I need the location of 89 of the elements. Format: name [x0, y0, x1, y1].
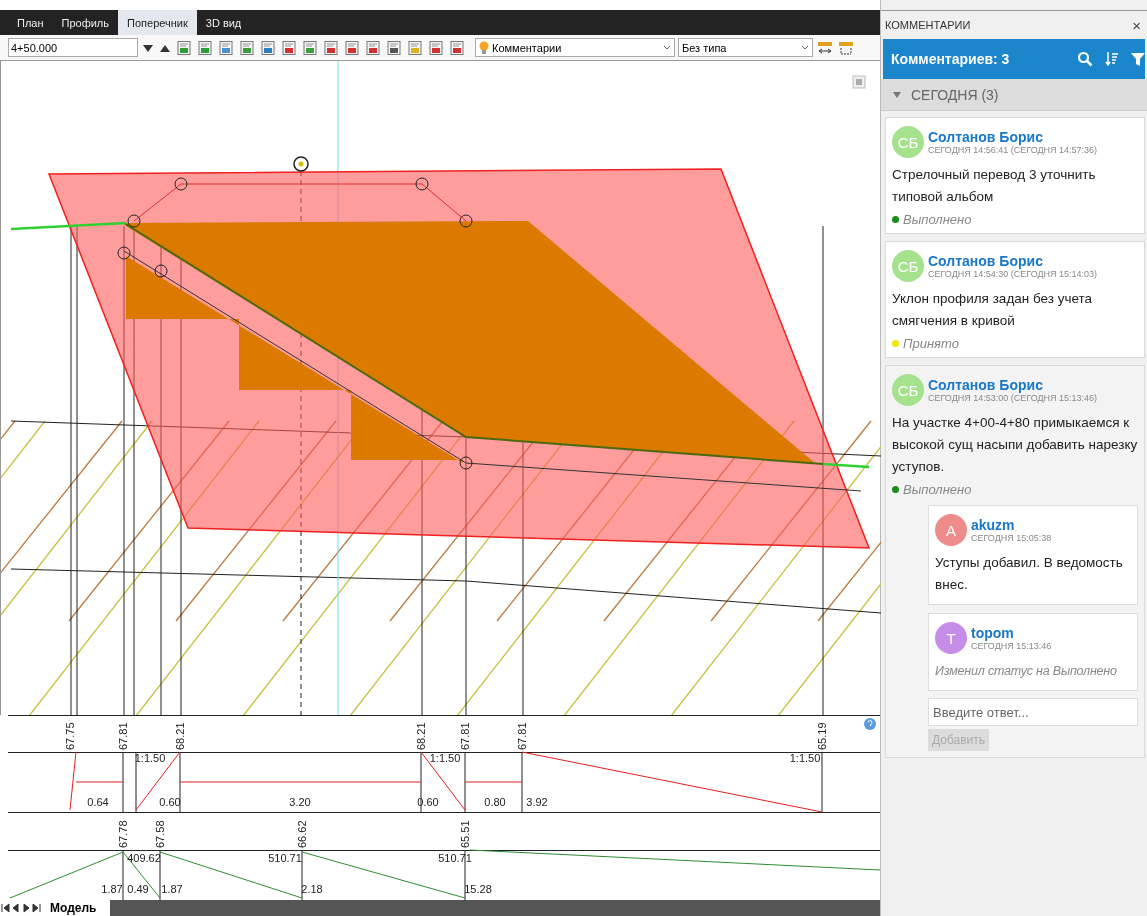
author-name[interactable]: Солтанов Борис	[928, 377, 1098, 393]
author-name[interactable]: akuzm	[971, 517, 1052, 533]
document-icon[interactable]	[175, 39, 193, 56]
slope-label: 1:1.50	[789, 752, 821, 764]
avatar: СБ	[892, 126, 924, 158]
author-name[interactable]: Солтанов Борис	[928, 129, 1098, 145]
filter-icon[interactable]	[1131, 51, 1145, 67]
elevation-label: 66.62	[296, 820, 308, 848]
elevation-label: 67.81	[459, 722, 471, 750]
length-label: 0.49	[127, 883, 149, 895]
comment-text: На участке 4+00-4+80 примыкаемся к высокой сущ насыпи добавить нарезку уступов.	[892, 414, 1138, 476]
lightbulb-icon	[479, 40, 489, 55]
view-tab[interactable]: 3D вид	[196, 10, 251, 35]
comment-card[interactable]	[885, 365, 1145, 758]
author-name[interactable]: Солтанов Борис	[928, 253, 1098, 269]
document-icon[interactable]	[196, 39, 214, 56]
length-label: 3.92	[526, 796, 548, 808]
help-icon[interactable]	[863, 717, 877, 731]
author-name[interactable]: topom	[971, 625, 1052, 641]
caret-icon	[663, 44, 671, 51]
length-label: 0.60	[417, 796, 439, 808]
caret-icon	[893, 91, 901, 98]
document-icon[interactable]	[364, 39, 382, 56]
comment-card[interactable]: СБ Солтанов Борис СЕГОДНЯ 14:56:41 (СЕГОДНЯ 14:57:36) Стрелочный перевод 3 уточнить типовой альбом Выполнено	[885, 117, 1145, 234]
reply-text: Уступы добавил. В ведомость внес.	[935, 554, 1124, 594]
status-label: Выполнено	[903, 212, 972, 227]
type-dropdown[interactable]: Без типа	[678, 38, 813, 57]
length-label: 2.18	[301, 883, 323, 895]
avatar: СБ	[892, 374, 924, 406]
comment-time: СЕГОДНЯ 14:54:30 (СЕГОДНЯ 15:14:03)	[928, 269, 1098, 279]
status-label: Принято	[903, 336, 959, 351]
close-button[interactable]: ×	[1130, 16, 1143, 34]
comment-count: Комментариев: 3	[891, 51, 1011, 67]
slope-label: 1:1.50	[134, 752, 166, 764]
status-label: Выполнено	[903, 482, 972, 497]
document-icon[interactable]	[238, 39, 256, 56]
view-tab[interactable]: Поперечник	[118, 10, 197, 35]
group-header[interactable]: СЕГОДНЯ (3)	[881, 79, 1147, 111]
document-icon[interactable]	[301, 39, 319, 56]
avatar: СБ	[892, 250, 924, 282]
length-label: 0.80	[484, 796, 506, 808]
elevation-label: 65.19	[816, 722, 828, 750]
search-icon[interactable]	[1077, 51, 1093, 67]
document-icon[interactable]	[259, 39, 277, 56]
layer-dropdown[interactable]: Комментарии	[475, 38, 675, 57]
elevation-label: 67.75	[64, 722, 76, 750]
slope-label: 1:1.50	[429, 752, 461, 764]
ruler-icon[interactable]	[816, 39, 834, 56]
caret-icon	[801, 44, 809, 51]
view-tab[interactable]: План	[8, 10, 53, 35]
elevation-label: 65.51	[459, 820, 471, 848]
document-icon[interactable]	[217, 39, 235, 56]
length-label: 0.60	[159, 796, 181, 808]
down-triangle-icon[interactable]	[141, 42, 155, 53]
comment-card[interactable]: СБ Солтанов Борис СЕГОДНЯ 14:54:30 (СЕГОДНЯ 15:14:03) Уклон профиля задан без учета смягчения в кривой Принято	[885, 241, 1145, 358]
elevation-label: 67.81	[117, 722, 129, 750]
comment-time: СЕГОДНЯ 14:53:00 (СЕГОДНЯ 15:13:46)	[928, 393, 1098, 403]
slope-label: 510.71	[438, 852, 472, 864]
document-icon[interactable]	[322, 39, 340, 56]
panel-title: КОММЕНТАРИИ	[885, 19, 971, 31]
station-field[interactable]: 4+50.000	[8, 38, 138, 57]
slope-label: 510.71	[268, 852, 302, 864]
length-label: 1.87	[101, 883, 123, 895]
avatar: T	[935, 622, 967, 654]
elevation-label: 67.58	[154, 820, 166, 848]
length-label: 1.87	[161, 883, 183, 895]
comment-time: СЕГОДНЯ 15:13:46	[971, 641, 1052, 651]
length-label: 15.28	[464, 883, 492, 895]
length-label: 0.64	[87, 796, 109, 808]
length-label: 3.20	[289, 796, 311, 808]
sort-icon[interactable]	[1105, 51, 1119, 67]
document-icon[interactable]	[343, 39, 361, 56]
reply-text: Изменил статус на Выполнено	[935, 663, 1118, 680]
elevation-label: 68.21	[174, 722, 186, 750]
comment-time: СЕГОДНЯ 14:56:41 (СЕГОДНЯ 14:57:36)	[928, 145, 1098, 155]
avatar: A	[935, 514, 967, 546]
elevation-label: 67.78	[117, 820, 129, 848]
document-icon[interactable]	[385, 39, 403, 56]
elevation-label: 67.81	[516, 722, 528, 750]
slope-label: 409.62	[127, 852, 161, 864]
view-tab[interactable]: Профиль	[52, 10, 119, 35]
comment-text: Уклон профиля задан без учета смягчения в кривой	[892, 290, 1094, 330]
document-icon[interactable]	[427, 39, 445, 56]
comment-time: СЕГОДНЯ 15:05:38	[971, 533, 1052, 543]
document-icon[interactable]	[280, 39, 298, 56]
elevation-label: 68.21	[415, 722, 427, 750]
document-icon[interactable]	[448, 39, 466, 56]
comment-text: Стрелочный перевод 3 уточнить типовой альбом	[892, 166, 1097, 206]
document-icon[interactable]	[406, 39, 424, 56]
